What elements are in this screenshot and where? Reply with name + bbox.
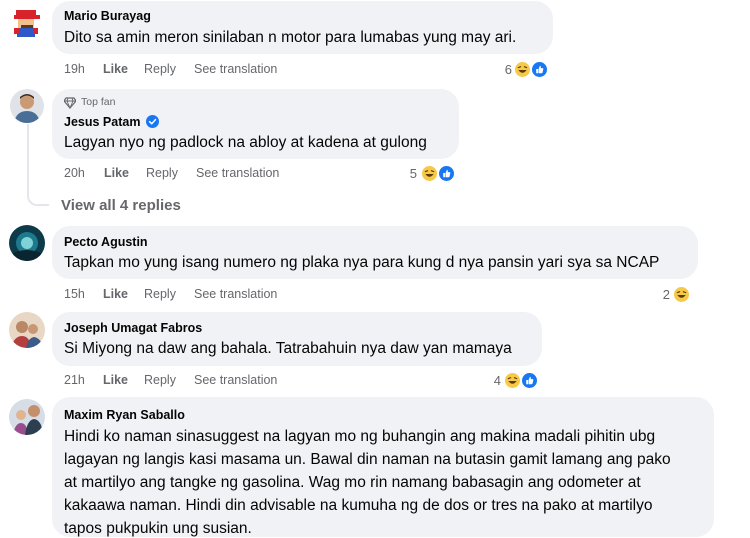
- avatar[interactable]: [9, 225, 45, 261]
- comment-text-line: kakaawa naman. Hindi din advisable na ku…: [64, 497, 653, 514]
- comment-text: Si Miyong na daw ang bahala. Tatrabahuin…: [64, 340, 512, 357]
- avatar[interactable]: [9, 399, 45, 435]
- comment-time[interactable]: 21h: [64, 373, 85, 387]
- avatar[interactable]: [8, 4, 44, 40]
- reaction-count[interactable]: 2: [656, 287, 670, 302]
- comment-author[interactable]: Jesus Patam: [64, 115, 140, 129]
- like-reaction-icon[interactable]: [532, 62, 547, 77]
- comment-author[interactable]: Pecto Agustin: [64, 235, 148, 249]
- like-button[interactable]: Like: [103, 62, 128, 76]
- view-replies-link[interactable]: View all 4 replies: [61, 197, 181, 214]
- haha-reaction-icon[interactable]: [505, 373, 520, 388]
- comment-text-line: at martilyo ang tangke ng gasolina. Wag …: [64, 474, 641, 491]
- comment-text-line: lagayan ng langis kasi masama un. Bawal …: [64, 451, 671, 468]
- see-translation-link[interactable]: See translation: [194, 62, 277, 76]
- comment-text: Tapkan mo yung isang numero ng plaka nya…: [64, 254, 660, 271]
- reaction-count[interactable]: 5: [403, 166, 417, 181]
- haha-reaction-icon[interactable]: [674, 287, 689, 302]
- comment-author[interactable]: Joseph Umagat Fabros: [64, 321, 202, 335]
- haha-reaction-icon[interactable]: [515, 62, 530, 77]
- reply-button[interactable]: Reply: [144, 373, 176, 387]
- comment-time[interactable]: 19h: [64, 62, 85, 76]
- like-reaction-icon[interactable]: [522, 373, 537, 388]
- verified-badge-icon: [146, 115, 159, 128]
- see-translation-link[interactable]: See translation: [194, 373, 277, 387]
- top-fan-badge: Top fan: [81, 96, 116, 108]
- comment-text: Lagyan nyo ng padlock na abloy at kadena…: [64, 134, 427, 151]
- comment-time[interactable]: 20h: [64, 166, 85, 180]
- like-button[interactable]: Like: [103, 373, 128, 387]
- comment-text-line: tapos pukpukin ung susian.: [64, 520, 252, 537]
- top-fan-icon: [63, 96, 77, 110]
- like-button[interactable]: Like: [103, 287, 128, 301]
- like-button[interactable]: Like: [104, 166, 129, 180]
- comment-text-line: Hindi ko naman sinasuggest na lagyan mo …: [64, 428, 656, 445]
- comment-author[interactable]: Mario Burayag: [64, 9, 151, 23]
- reply-button[interactable]: Reply: [144, 287, 176, 301]
- reaction-count[interactable]: 4: [487, 373, 501, 388]
- reply-button[interactable]: Reply: [146, 166, 178, 180]
- avatar[interactable]: [9, 312, 45, 348]
- reply-button[interactable]: Reply: [144, 62, 176, 76]
- thread-line: [27, 124, 49, 206]
- see-translation-link[interactable]: See translation: [194, 287, 277, 301]
- comment-time[interactable]: 15h: [64, 287, 85, 301]
- like-reaction-icon[interactable]: [439, 166, 454, 181]
- see-translation-link[interactable]: See translation: [196, 166, 279, 180]
- comment-author[interactable]: Maxim Ryan Saballo: [64, 408, 185, 422]
- comment-text: Dito sa amin meron sinilaban n motor par…: [64, 29, 517, 46]
- haha-reaction-icon[interactable]: [422, 166, 437, 181]
- avatar[interactable]: [10, 89, 44, 123]
- reaction-count[interactable]: 6: [498, 62, 512, 77]
